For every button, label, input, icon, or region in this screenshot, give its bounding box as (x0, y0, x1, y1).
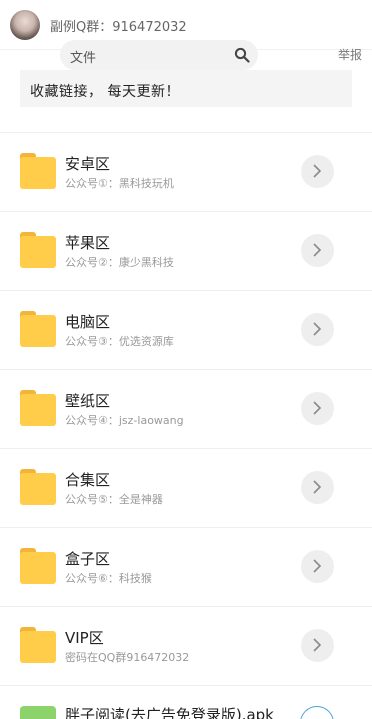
folder-row-vip[interactable]: VIP区 密码在QQ群916472032 (0, 606, 372, 685)
chevron-right-icon[interactable] (301, 629, 334, 662)
folder-icon (20, 311, 56, 347)
apk-file-icon (20, 706, 56, 719)
folder-name: 盒子区 (65, 550, 111, 568)
download-icon[interactable] (300, 706, 334, 719)
folder-row-box[interactable]: 盒子区 公众号⑥：科技猴 (0, 527, 372, 606)
search-input[interactable]: 文件 (60, 40, 258, 70)
file-row-apk[interactable]: 胖子阅读(去广告免登录版).apk (0, 685, 372, 719)
folder-subtitle: 公众号③：优选资源库 (65, 335, 174, 348)
folder-subtitle: 公众号⑥：科技猴 (65, 572, 152, 585)
folder-subtitle: 公众号⑤：全是神器 (65, 493, 163, 506)
chevron-right-icon[interactable] (301, 313, 334, 346)
file-name: 胖子阅读(去广告免登录版).apk (65, 706, 274, 719)
search-label: 文件 (70, 51, 97, 66)
folder-name: 合集区 (65, 471, 111, 489)
chevron-right-icon[interactable] (301, 234, 334, 267)
notice-text: 收藏链接， 每天更新！ (30, 84, 180, 100)
folder-name: 壁纸区 (65, 392, 111, 410)
folder-row-wallpaper[interactable]: 壁纸区 公众号④：jsz-laowang (0, 369, 372, 448)
search-icon[interactable] (234, 47, 250, 63)
folder-icon (20, 548, 56, 584)
folder-row-pc[interactable]: 电脑区 公众号③：优选资源库 (0, 290, 372, 369)
folder-name: VIP区 (65, 629, 104, 647)
avatar[interactable] (10, 10, 40, 40)
chevron-right-icon[interactable] (301, 155, 334, 188)
page-title: 副例Q群：916472032 (50, 20, 187, 35)
folder-icon (20, 627, 56, 663)
folder-name: 电脑区 (65, 313, 111, 331)
folder-subtitle: 密码在QQ群916472032 (65, 651, 190, 664)
folder-subtitle: 公众号②：康少黑科技 (65, 256, 174, 269)
chevron-right-icon[interactable] (301, 471, 334, 504)
report-link[interactable]: 举报 (338, 46, 362, 63)
folder-icon (20, 390, 56, 426)
notice-banner: 收藏链接， 每天更新！ (20, 70, 352, 107)
folder-row-collection[interactable]: 合集区 公众号⑤：全是神器 (0, 448, 372, 527)
chevron-right-icon[interactable] (301, 392, 334, 425)
folder-list: 安卓区 公众号①：黑科技玩机 苹果区 公众号②：康少黑科技 电脑区 公众号③：优… (0, 132, 372, 719)
folder-row-apple[interactable]: 苹果区 公众号②：康少黑科技 (0, 211, 372, 290)
folder-name: 安卓区 (65, 155, 111, 173)
folder-icon (20, 469, 56, 505)
folder-icon (20, 232, 56, 268)
chevron-right-icon[interactable] (301, 550, 334, 583)
folder-name: 苹果区 (65, 234, 111, 252)
folder-row-android[interactable]: 安卓区 公众号①：黑科技玩机 (0, 132, 372, 211)
folder-subtitle: 公众号④：jsz-laowang (65, 414, 184, 427)
folder-icon (20, 153, 56, 189)
folder-subtitle: 公众号①：黑科技玩机 (65, 177, 174, 190)
